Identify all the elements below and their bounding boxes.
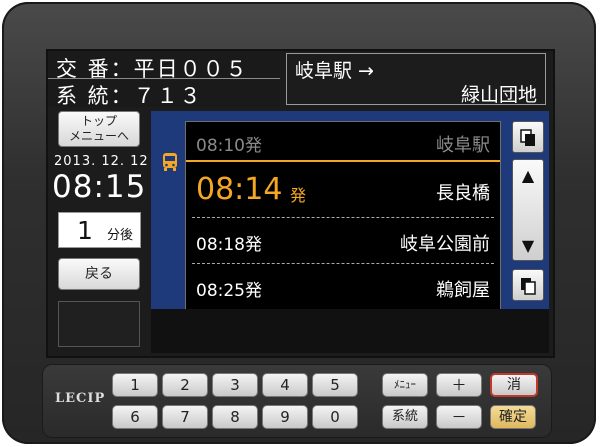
key-4[interactable]: 4 bbox=[262, 373, 308, 397]
destination-from: 岐阜駅 → bbox=[295, 60, 374, 82]
row-stop: 鵜飼屋 bbox=[436, 280, 490, 301]
route-info-panel: 交 番：平日００５ 系 統：７１３ bbox=[48, 51, 280, 108]
back-button[interactable]: 戻る bbox=[58, 258, 140, 290]
divider bbox=[48, 78, 280, 79]
display-screen: 交 番：平日００５ 系 統：７１３ 岐阜駅 → 緑山団地 トップ メニューへ 2… bbox=[46, 49, 555, 358]
plus-key[interactable]: ＋ bbox=[436, 373, 482, 397]
status-bar bbox=[151, 309, 549, 353]
page-bottom-button[interactable] bbox=[512, 269, 544, 301]
top-menu-button-line1: トップ bbox=[80, 114, 117, 128]
current-time: 08:14 bbox=[196, 172, 283, 207]
minutes-offset-display: 1 分後 bbox=[58, 212, 141, 248]
key-5[interactable]: 5 bbox=[312, 373, 358, 397]
current-stop: 長良橋 bbox=[436, 183, 490, 204]
row-time: 08:10発 bbox=[196, 136, 262, 156]
minus-key[interactable]: － bbox=[436, 405, 482, 429]
key-2[interactable]: 2 bbox=[162, 373, 208, 397]
key-8[interactable]: 8 bbox=[212, 405, 258, 429]
top-menu-button[interactable]: トップ メニューへ bbox=[58, 111, 140, 147]
blank-panel bbox=[58, 301, 140, 347]
minutes-value: 1 bbox=[77, 216, 93, 245]
schedule-row: 08:25発 鵜飼屋 bbox=[186, 264, 500, 308]
scroll-down-icon[interactable]: ▼ bbox=[513, 236, 543, 255]
key-1[interactable]: 1 bbox=[112, 373, 158, 397]
row-stop: 岐阜駅 bbox=[436, 135, 490, 156]
clock-display: 08:15 bbox=[52, 169, 147, 205]
system-label: 系 統：７１３ bbox=[56, 84, 203, 108]
page-bottom-icon bbox=[521, 278, 536, 295]
schedule-list: 08:10発 岐阜駅 08:14 発 長良橋 08:18発 岐阜公園前 08:2… bbox=[185, 121, 501, 311]
bus-icon bbox=[159, 151, 181, 173]
destination-to: 緑山団地 bbox=[460, 84, 537, 106]
menu-key[interactable]: ﾒﾆｭｰ bbox=[382, 373, 428, 397]
system-key[interactable]: 系統 bbox=[382, 405, 428, 429]
scroll-bar[interactable]: ▲ ▼ bbox=[512, 159, 544, 261]
current-time-suffix: 発 bbox=[290, 186, 307, 205]
top-menu-button-line2: メニューへ bbox=[68, 129, 129, 143]
destination-box: 岐阜駅 → 緑山団地 bbox=[286, 53, 546, 106]
page-top-button[interactable] bbox=[512, 121, 544, 153]
brand-logo: LECIP bbox=[55, 391, 106, 406]
keypad: LECIP 1 2 3 4 5 6 7 8 9 0 ﾒﾆｭｰ 系統 ＋ － 消 … bbox=[42, 364, 552, 438]
schedule-row-past: 08:10発 岐阜駅 bbox=[186, 122, 500, 160]
page-top-icon bbox=[520, 129, 535, 146]
clear-key[interactable]: 消 bbox=[490, 373, 538, 397]
key-6[interactable]: 6 bbox=[112, 405, 158, 429]
key-7[interactable]: 7 bbox=[162, 405, 208, 429]
schedule-row: 08:18発 岐阜公園前 bbox=[186, 218, 500, 262]
scroll-up-icon[interactable]: ▲ bbox=[513, 166, 543, 185]
schedule-row-current: 08:14 発 長良橋 bbox=[186, 162, 500, 214]
row-stop: 岐阜公園前 bbox=[400, 234, 490, 255]
key-3[interactable]: 3 bbox=[212, 373, 258, 397]
confirm-key[interactable]: 確定 bbox=[490, 405, 536, 429]
key-9[interactable]: 9 bbox=[262, 405, 308, 429]
minutes-unit: 分後 bbox=[107, 228, 134, 243]
row-time: 08:18発 bbox=[196, 235, 262, 255]
row-time: 08:25発 bbox=[196, 281, 262, 301]
key-0[interactable]: 0 bbox=[312, 405, 358, 429]
date-display: 2013. 12. 12 bbox=[54, 154, 149, 169]
